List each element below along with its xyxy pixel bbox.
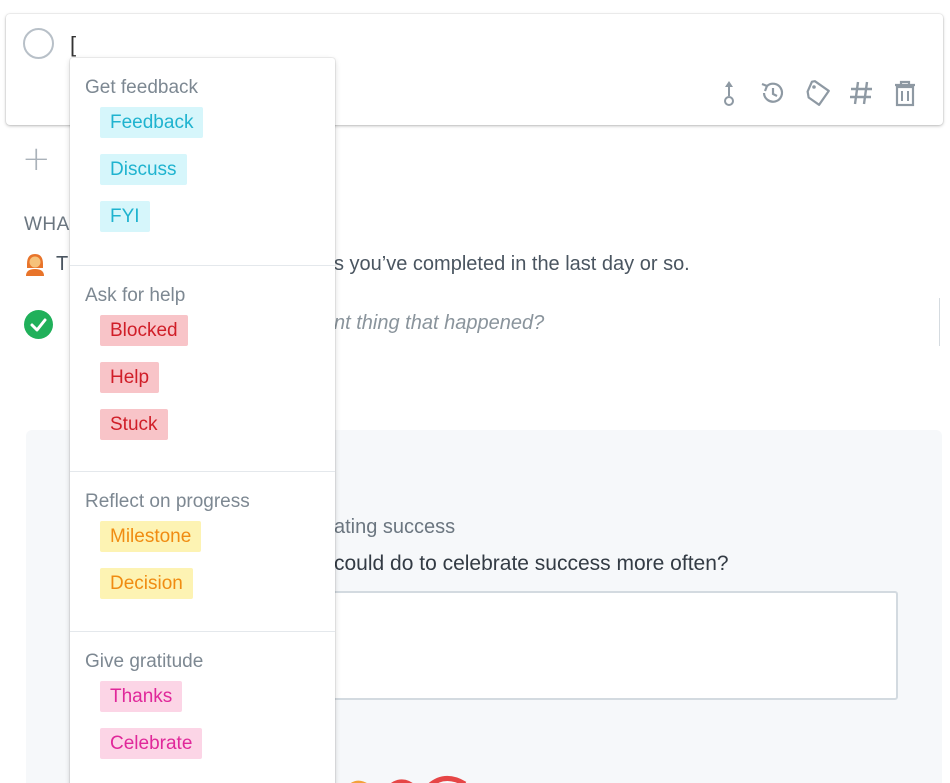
- group-title: Ask for help: [85, 285, 186, 306]
- move-up-icon[interactable]: [711, 76, 747, 110]
- celebration-illustration: [345, 772, 475, 783]
- tag-celebrate[interactable]: Celebrate: [100, 728, 203, 759]
- tag-stuck[interactable]: Stuck: [100, 409, 168, 440]
- tag-help[interactable]: Help: [100, 362, 160, 393]
- tag-milestone[interactable]: Milestone: [100, 521, 202, 552]
- add-task-icon[interactable]: +: [22, 140, 54, 178]
- tag-discuss[interactable]: Discuss: [100, 154, 187, 185]
- task-checkbox[interactable]: [23, 28, 54, 59]
- tag-group-ask-for-help: Ask for help Blocked Help Stuck: [70, 266, 335, 472]
- tag-dropdown: Get feedback Feedback Discuss FYI Ask fo…: [70, 58, 335, 783]
- hash-icon[interactable]: [843, 76, 879, 110]
- completed-check-icon[interactable]: [24, 310, 53, 339]
- group-title: Get feedback: [85, 77, 199, 98]
- reflection-question: could do to celebrate success more often…: [334, 552, 729, 575]
- hint-text-start: T: [56, 253, 69, 275]
- task-title-input[interactable]: [70, 32, 890, 58]
- history-icon[interactable]: [755, 76, 791, 110]
- tag-group-reflect-on-progress: Reflect on progress Milestone Decision: [70, 472, 335, 632]
- tag-blocked[interactable]: Blocked: [100, 315, 188, 346]
- group-title: Reflect on progress: [85, 491, 250, 512]
- task-toolbar: [711, 76, 923, 110]
- tag-feedback[interactable]: Feedback: [100, 107, 204, 138]
- hint-text: s you’ve completed in the last day or so…: [334, 253, 690, 275]
- reflection-heading: ating success: [334, 516, 456, 538]
- tag-group-give-gratitude: Give gratitude Thanks Celebrate: [70, 632, 335, 767]
- group-title: Give gratitude: [85, 651, 204, 672]
- section-heading: WHA: [24, 214, 70, 235]
- reflection-textarea[interactable]: [300, 591, 898, 700]
- tag-icon[interactable]: [799, 76, 835, 110]
- trash-icon[interactable]: [887, 76, 923, 110]
- person-emoji-icon: [24, 252, 46, 276]
- tag-thanks[interactable]: Thanks: [100, 681, 183, 712]
- tag-fyi[interactable]: FYI: [100, 201, 150, 232]
- tag-decision[interactable]: Decision: [100, 568, 193, 599]
- tag-group-get-feedback: Get feedback Feedback Discuss FYI: [70, 58, 335, 266]
